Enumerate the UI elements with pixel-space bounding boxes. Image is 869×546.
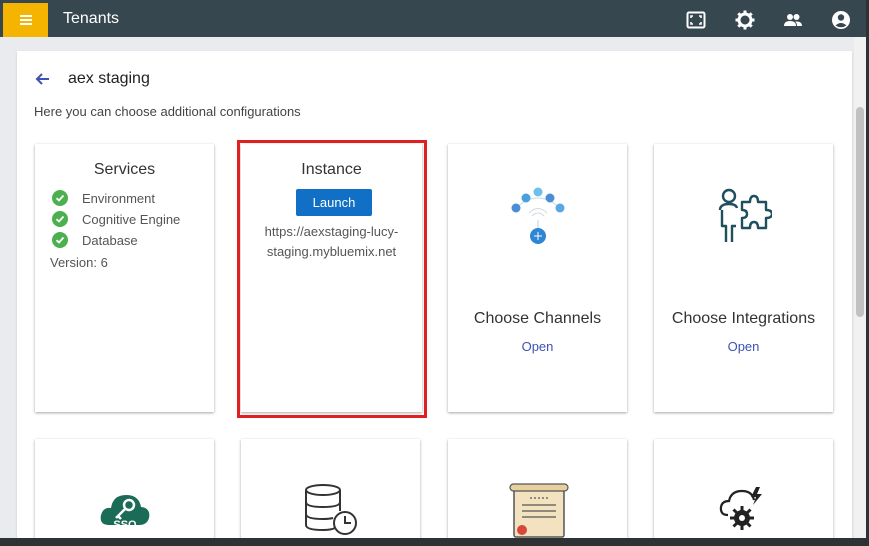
certificate-icon xyxy=(509,483,569,538)
card-title: Choose Channels xyxy=(473,310,602,327)
instance-card: Instance Launch https://aexstaging-lucy-… xyxy=(241,144,422,412)
check-circle-icon xyxy=(52,211,68,227)
app-frame: Tenants aex staging Here you can choose … xyxy=(0,0,866,541)
card-title: Choose Integrations xyxy=(671,310,816,327)
certificate-card xyxy=(448,439,627,541)
instance-url[interactable]: https://aexstaging-lucy- staging.mybluem… xyxy=(241,222,422,262)
service-label: Environment xyxy=(82,190,155,206)
bottom-strip xyxy=(0,538,869,546)
page-subtitle: Here you can choose additional configura… xyxy=(34,104,301,119)
scroll-thumb[interactable] xyxy=(856,107,864,317)
integrations-card: Choose Integrations Open xyxy=(654,144,833,412)
version-text: Version: 6 xyxy=(50,255,108,270)
service-item: Database xyxy=(52,231,138,249)
channels-icon xyxy=(511,187,565,244)
check-circle-icon xyxy=(52,232,68,248)
gear-icon[interactable] xyxy=(735,10,755,30)
back-arrow-icon[interactable] xyxy=(34,70,52,88)
card-title: Instance xyxy=(301,161,362,178)
people-icon[interactable] xyxy=(783,10,803,30)
open-link[interactable]: Open xyxy=(448,339,627,354)
top-bar: Tenants xyxy=(0,0,866,37)
service-item: Environment xyxy=(52,189,155,207)
services-card: Services Environment Cognitive Engine Da… xyxy=(35,144,214,412)
check-circle-icon xyxy=(52,190,68,206)
fullscreen-icon[interactable] xyxy=(686,10,706,30)
channels-card: Choose Channels Open xyxy=(448,144,627,412)
service-label: Database xyxy=(82,232,138,248)
database-card xyxy=(241,439,420,541)
service-item: Cognitive Engine xyxy=(52,210,180,228)
account-icon[interactable] xyxy=(831,10,851,30)
instance-url-line: staging.mybluemix.net xyxy=(266,244,397,259)
puzzle-person-icon xyxy=(718,188,772,242)
instance-url-line: https://aexstaging-lucy- xyxy=(264,224,399,239)
scrollbar[interactable] xyxy=(854,37,866,541)
sso-card: SSO xyxy=(35,439,214,541)
card-title: Services xyxy=(93,161,156,178)
launch-button[interactable]: Launch xyxy=(296,189,372,216)
app-title: Tenants xyxy=(63,10,120,27)
automation-card xyxy=(654,439,833,541)
open-link[interactable]: Open xyxy=(654,339,833,354)
menu-button[interactable] xyxy=(3,3,48,37)
cloud-gear-icon xyxy=(719,487,762,530)
sso-text: SSO xyxy=(113,519,137,531)
service-label: Cognitive Engine xyxy=(82,211,181,227)
page-title: aex staging xyxy=(68,70,150,87)
database-clock-icon xyxy=(305,484,357,535)
hamburger-icon xyxy=(19,19,32,21)
